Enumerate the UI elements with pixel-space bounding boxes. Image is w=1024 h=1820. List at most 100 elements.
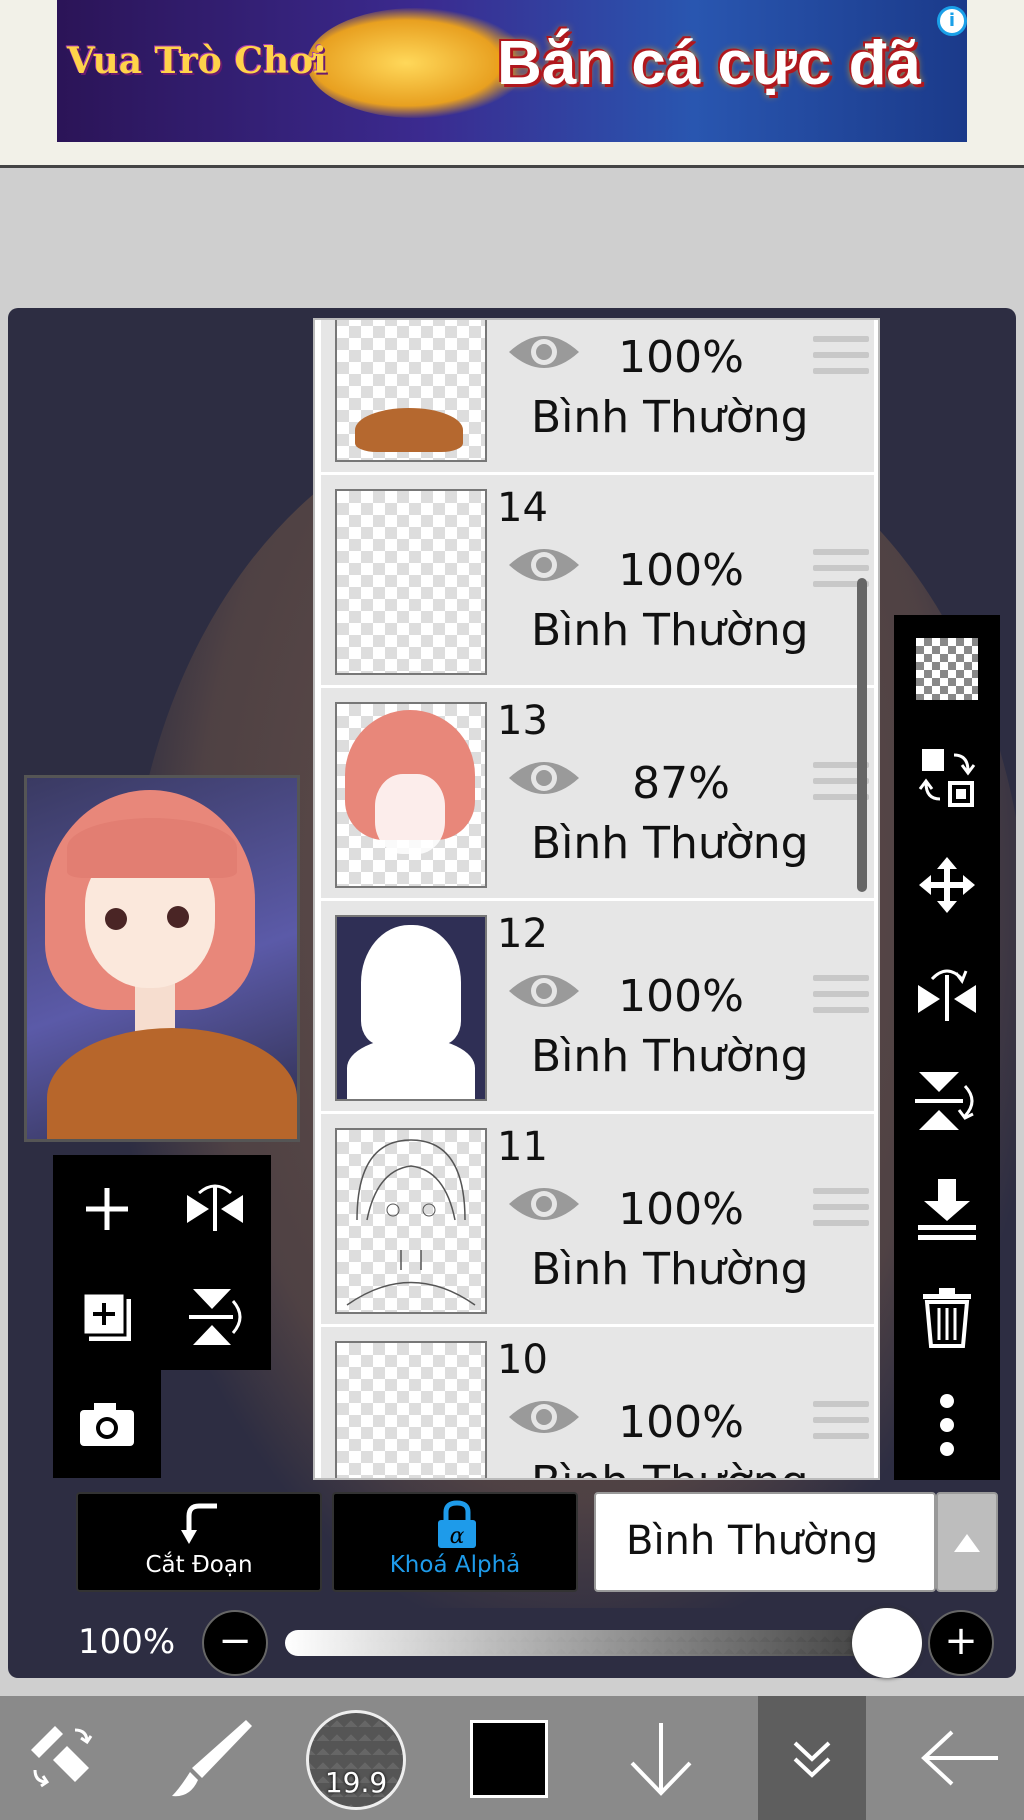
layer-preview [24,775,300,1142]
layer-opacity: 100% [618,545,744,596]
layer-opacity: 100% [618,971,744,1022]
opacity-slider-track[interactable] [285,1630,889,1656]
layer-blend-mode: Bình Thường [531,1244,809,1295]
eye-icon[interactable] [507,967,581,1015]
add-layer-icon [86,1188,128,1230]
layer-thumbnail [335,1341,487,1478]
blend-mode-value: Bình Thường [626,1518,879,1564]
layer-opacity: 87% [632,758,730,809]
info-icon[interactable]: i [937,6,967,36]
flip-vertical-icon [189,1289,242,1345]
blend-mode-select[interactable]: Bình Thường [594,1492,936,1592]
flip-vertical-right-button[interactable] [894,1047,1000,1155]
swap-layers-button[interactable] [894,723,1000,831]
preview-eye-left [105,908,127,930]
layer-scrollbar[interactable] [857,578,867,892]
layers-collapse-button[interactable] [758,1696,866,1820]
clipping-button[interactable]: Cắt Đoạn [76,1492,322,1592]
layer-number: 12 [497,911,548,957]
svg-text:α: α [450,1524,465,1549]
layer-row-12[interactable]: 12 100% Bình Thường [321,901,874,1114]
camera-icon [80,1403,134,1446]
layer-opacity: 100% [618,1397,744,1448]
eye-icon[interactable] [507,541,581,589]
brush-size-value: 19.9 [324,1766,388,1799]
layer-row-15[interactable]: 15 100% Bình Thường [321,320,874,475]
camera-button[interactable] [53,1370,161,1478]
layer-thumbnail [335,489,487,675]
layer-thumbnail [335,702,487,888]
left-layer-tools [53,1155,271,1370]
clipping-label: Cắt Đoạn [145,1552,253,1578]
ad-banner[interactable]: Vua Trò Chơi Bắn cá cực đã i ✕ [57,0,967,142]
merge-down-button[interactable] [894,1155,1000,1263]
right-toolbar [894,615,1000,1480]
flip-horizontal-icon [187,1184,243,1231]
drag-handle-icon[interactable] [813,1401,869,1447]
layer-opacity: 100% [618,332,744,383]
drag-handle-icon[interactable] [813,336,869,382]
layer-panel[interactable]: 15 100% Bình Thường 14 100% Bình Thường … [313,318,880,1480]
eye-icon[interactable] [507,754,581,802]
flip-horizontal-button[interactable] [161,1155,269,1263]
trash-icon [923,1288,971,1348]
triangle-up-icon [954,1534,980,1552]
flip-vertical-button[interactable] [161,1263,269,1371]
eye-icon[interactable] [507,328,581,376]
move-icon [919,857,975,913]
swap-layers-icon [918,749,976,807]
more-options-button[interactable] [894,1371,1000,1479]
layers-collapse-icon [793,1741,831,1778]
transform-eraser-icon [31,1726,93,1788]
color-swatch[interactable] [470,1720,548,1798]
preview-eye-right [167,906,189,928]
layer-blend-mode: Bình Thường [531,1457,809,1478]
layer-row-11[interactable]: 11 100% Bình Thường [321,1114,874,1327]
layer-number: 14 [497,485,548,531]
back-button[interactable] [910,1696,1010,1820]
ad-logo: Vua Trò Chơi [67,40,327,82]
clipping-arrow-icon [181,1503,217,1544]
brush-size-button[interactable]: 19.9 [306,1710,406,1810]
opacity-increase-button[interactable]: + [928,1610,994,1676]
left-layer-tools-camera [53,1370,161,1478]
merge-down-icon [918,1179,976,1240]
layer-number: 13 [497,698,548,744]
eye-icon[interactable] [507,1393,581,1441]
arrow-down-button[interactable] [616,1696,706,1820]
opacity-label: 100% [78,1622,176,1662]
eye-icon[interactable] [507,1180,581,1228]
layer-opacity: 100% [618,1184,744,1235]
bottom-nav: 19.9 [0,1696,1024,1820]
flip-horizontal-right-button[interactable] [894,939,1000,1047]
layer-row-10[interactable]: 10 100% Bình Thường [321,1327,874,1478]
layer-thumbnail [335,320,487,462]
brush-icon [172,1720,252,1797]
transform-eraser-button[interactable] [18,1696,108,1820]
blend-mode-dropdown-button[interactable] [936,1492,998,1592]
alpha-lock-label: Khoá Alphả [389,1552,521,1578]
transparency-icon [916,638,978,700]
drag-handle-icon[interactable] [813,975,869,1021]
layer-blend-mode: Bình Thường [531,392,809,443]
brush-button[interactable] [160,1696,260,1820]
opacity-slider-knob[interactable] [852,1608,922,1678]
layer-number: 11 [497,1124,548,1170]
flip-horizontal-icon [918,969,976,1021]
alpha-lock-button[interactable]: α Khoá Alphả [332,1492,578,1592]
back-arrow-icon [921,1730,998,1786]
move-button[interactable] [894,831,1000,939]
drag-handle-icon[interactable] [813,1188,869,1234]
delete-layer-button[interactable] [894,1263,1000,1371]
transparency-button[interactable] [894,615,1000,723]
layer-blend-mode: Bình Thường [531,605,809,656]
add-layer-button[interactable] [53,1155,161,1263]
duplicate-layer-button[interactable] [53,1263,161,1371]
lock-icon: α [438,1500,476,1549]
duplicate-layer-icon [81,1291,131,1341]
opacity-decrease-button[interactable]: − [202,1610,268,1676]
layer-row-14[interactable]: 14 100% Bình Thường [321,475,874,688]
flip-vertical-icon [915,1072,974,1130]
layer-row-13[interactable]: 13 87% Bình Thường [321,688,874,901]
layer-number: 10 [497,1337,548,1383]
